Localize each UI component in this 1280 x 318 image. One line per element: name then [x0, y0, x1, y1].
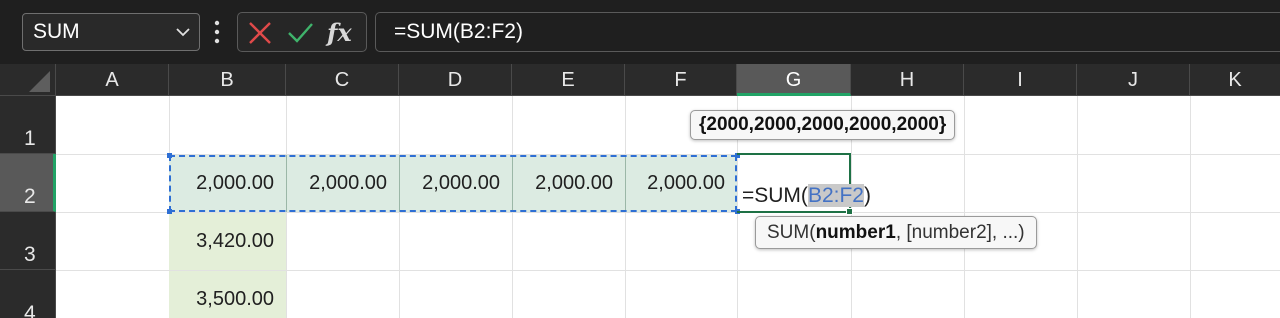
column-header-d[interactable]: D [399, 64, 512, 96]
column-header-g[interactable]: G [737, 64, 851, 96]
tooltip-function-name: SUM( [767, 222, 816, 243]
range-handle[interactable] [167, 153, 172, 158]
column-header-j[interactable]: J [1077, 64, 1190, 96]
tooltip-current-arg[interactable]: number1 [816, 222, 896, 243]
name-box-value: SUM [33, 20, 80, 43]
value-preview-tooltip: {2000,2000,2000,2000,2000} [690, 110, 956, 140]
row-header-1[interactable]: 1 [0, 96, 56, 154]
select-all-corner[interactable] [0, 64, 56, 96]
active-cell-border [737, 211, 851, 213]
formula-input[interactable]: =SUM(B2:F2) [375, 12, 1280, 52]
formula-buttons: fx [237, 12, 367, 52]
column-header-a[interactable]: A [56, 64, 169, 96]
row-header-label: 1 [24, 127, 36, 150]
fill-handle[interactable] [846, 208, 853, 215]
row-header-2[interactable]: 2 [0, 154, 56, 212]
close-icon[interactable] [247, 20, 273, 46]
tooltip-other-args: , [number2], ...) [895, 222, 1025, 243]
select-all-triangle-icon [29, 71, 50, 92]
row-header-3[interactable]: 3 [0, 212, 56, 270]
cell-g2-editor[interactable]: =SUM(B2:F2) [742, 184, 871, 208]
formula-reference: B2:F2 [807, 184, 864, 207]
insert-function-icon[interactable]: fx [327, 20, 353, 46]
column-header-e[interactable]: E [512, 64, 625, 96]
row-header-label: 2 [24, 185, 36, 208]
column-header-f[interactable]: F [625, 64, 737, 96]
function-arguments-tooltip[interactable]: SUM(number1, [number2], ...) [755, 216, 1037, 249]
formula-bar-area: SUM fx =SUM(B2:F2) [0, 0, 1280, 64]
column-header-i[interactable]: I [964, 64, 1077, 96]
column-header-k[interactable]: K [1190, 64, 1280, 96]
row-header-4[interactable]: 4 [0, 270, 56, 318]
gridline [1077, 96, 1078, 318]
range-handle[interactable] [167, 209, 172, 214]
formula-suffix: ) [863, 184, 871, 207]
gridline [1190, 96, 1191, 318]
checkmark-icon[interactable] [287, 20, 313, 46]
row-header-label: 3 [24, 243, 36, 266]
gridline [964, 96, 965, 318]
column-header-b[interactable]: B [169, 64, 286, 96]
column-header-h[interactable]: H [851, 64, 964, 96]
cell-b4[interactable]: 3,500.00 [169, 271, 286, 318]
cell-b3[interactable]: 3,420.00 [169, 213, 286, 270]
active-cell-border [737, 153, 851, 155]
chevron-down-icon[interactable] [175, 26, 191, 38]
name-box[interactable]: SUM [22, 13, 200, 51]
referenced-range-outline [169, 155, 737, 212]
formula-prefix: =SUM( [742, 184, 808, 207]
row-header-label: 4 [24, 302, 36, 318]
more-options-icon[interactable] [213, 19, 221, 45]
column-header-c[interactable]: C [286, 64, 399, 96]
